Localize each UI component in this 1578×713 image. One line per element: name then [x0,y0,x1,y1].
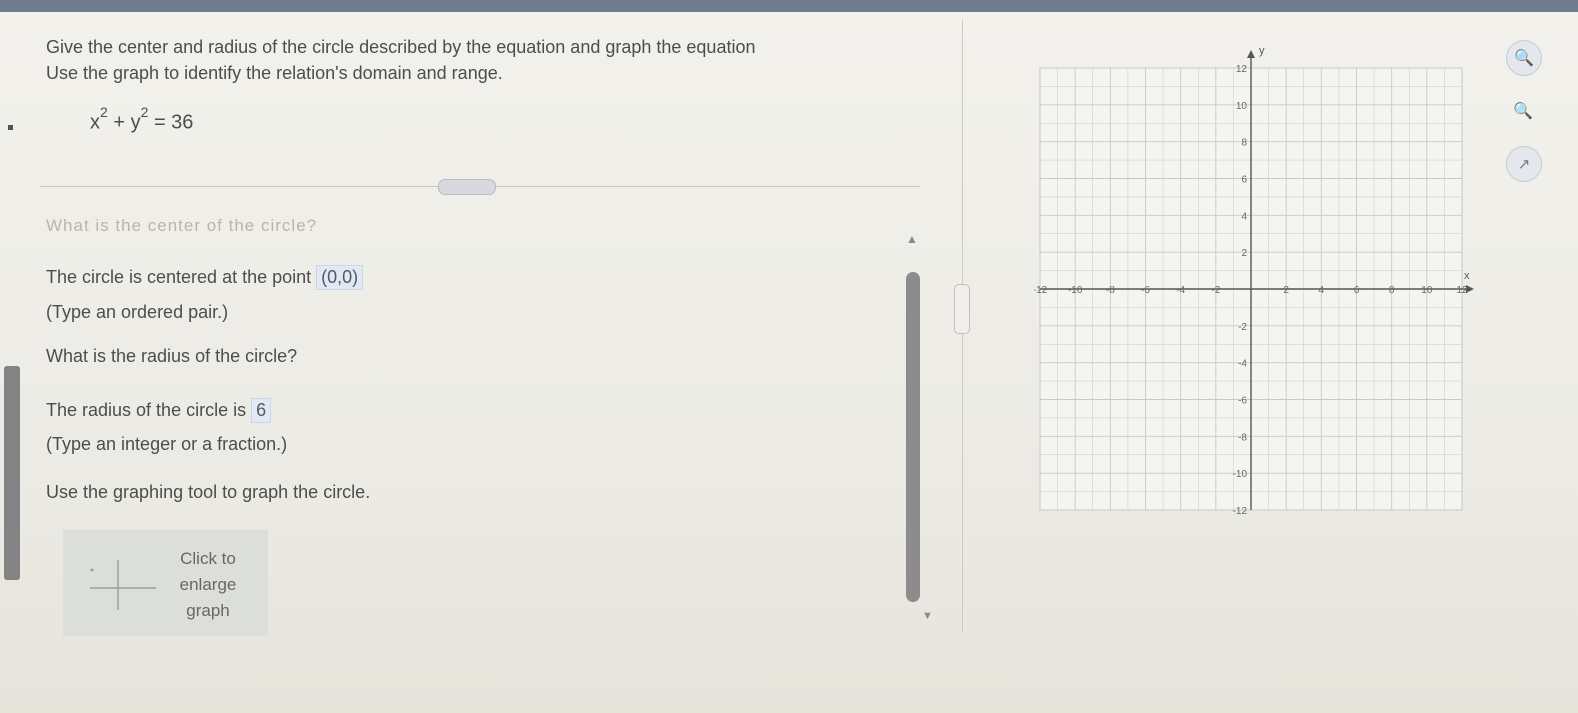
expand-more-button[interactable] [438,179,496,195]
y-tick-label: 6 [1241,175,1247,186]
y-tick-label: -8 [1238,432,1247,443]
zoom-in-icon[interactable]: 🔍 [1506,40,1542,76]
x-tick-label: -12 [1034,285,1048,296]
y-tick-label: -10 [1233,469,1248,480]
y-tick-label: -4 [1238,359,1247,370]
center-statement: The circle is centered at the point (0,0… [46,265,364,290]
radius-statement: The radius of the circle is 6 [46,398,272,423]
enlarge-graph-label[interactable]: Click to enlarge graph [166,546,250,624]
y-tick-label: -12 [1233,506,1248,517]
enlarge-label-line-2: enlarge [179,575,237,594]
center-answer-box[interactable]: (0,0) [316,265,364,290]
left-marker [8,125,13,130]
y-tick-label: 12 [1236,64,1248,75]
equation: x2 + y2 = 36 [90,104,194,135]
x-tick-label: 4 [1319,285,1325,296]
x-tick-label: 10 [1421,285,1433,296]
mini-graph-icon [90,560,156,610]
x-tick-label: -4 [1176,285,1185,296]
question-line-2: Use the graph to identify the relation's… [46,63,503,83]
x-tick-label: 12 [1456,285,1468,296]
question-line-1: Give the center and radius of the circle… [46,37,756,57]
zoom-out-icon[interactable]: 🔍 [1508,96,1538,126]
center-hint: (Type an ordered pair.) [46,302,229,322]
x-tick-label: -8 [1106,285,1115,296]
y-tick-label: 10 [1236,101,1248,112]
scroll-up-arrow[interactable]: ▲ [906,232,918,246]
eq-exp-1: 2 [100,104,108,120]
eq-y: y [130,111,141,134]
y-tick-label: 4 [1241,211,1247,222]
x-tick-label: 8 [1389,285,1395,296]
enlarge-label-line-1: Click to [180,549,236,568]
pane-resize-handle[interactable] [954,284,970,334]
y-tick-label: 2 [1241,248,1247,259]
x-tick-label: -10 [1068,285,1083,296]
y-tick-label: -2 [1238,322,1247,333]
top-bar [0,0,1578,12]
vertical-scrollbar[interactable] [906,272,920,602]
x-axis-label: x [1464,270,1470,282]
question-text: Give the center and radius of the circle… [46,34,755,86]
center-prefix: The circle is centered at the point [46,267,317,287]
x-tick-label: 2 [1283,285,1289,296]
scroll-down-arrow[interactable]: ▼ [922,610,933,622]
eq-rhs: = 36 [148,111,194,134]
x-tick-label: 6 [1354,285,1360,296]
eq-plus: + [107,111,131,134]
eq-exp-2: 2 [140,104,149,120]
y-axis-arrow [1247,50,1255,58]
coordinate-grid[interactable]: x y -12 -10 -8 -6 -4 -2 2 4 6 8 10 12 12 10 8 6 4 2 -2 -4 -6 -8… [1034,40,1474,520]
radius-question: What is the radius of the circle? [46,346,298,366]
x-tick-label: -6 [1141,285,1150,296]
radius-answer-box[interactable]: 6 [251,398,272,423]
radius-hint: (Type an integer or a fraction.) [46,434,288,454]
x-tick-label: -2 [1211,285,1220,296]
popout-icon[interactable]: ↗ [1506,146,1542,182]
left-scrollbar[interactable] [4,366,20,580]
eq-x: x [90,111,100,134]
y-tick-label: 8 [1241,138,1247,149]
y-axis-label: y [1259,45,1265,57]
enlarge-label-line-3: graph [186,601,230,620]
graph-instruction: Use the graphing tool to graph the circl… [46,482,371,502]
y-tick-label: -6 [1238,396,1247,407]
radius-prefix: The radius of the circle is [46,400,252,420]
faded-prompt: What is the center of the circle? [46,216,318,235]
